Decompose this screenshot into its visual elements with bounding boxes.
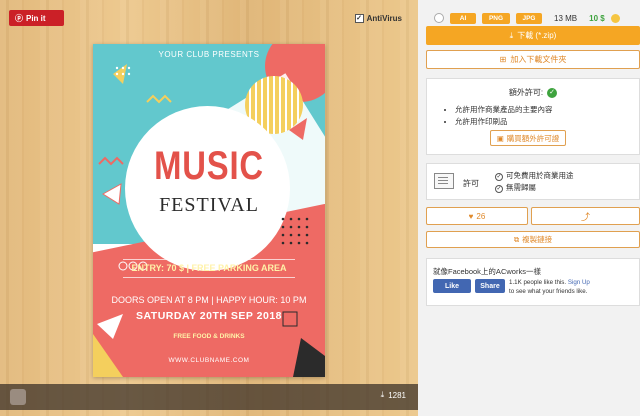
permit-item: ✓ 無需歸屬 [495,182,574,194]
check-icon: ✓ [495,185,503,193]
like-count: 26 [476,211,486,221]
poster-date-text: SATURDAY 20TH SEP 2018 [135,310,282,322]
facebook-like-text: 1.1K people like this. Sign Up to see wh… [509,278,590,296]
pin-it-button[interactable]: ⓟ Pin it [9,10,64,26]
extra-license-title-text: 額外許可: [508,88,544,97]
extra-license-title: 額外許可: ✓ [427,87,639,98]
permit-item-text: 可免費用於商業用途 [506,171,574,180]
download-icon: ⤓ [509,30,514,40]
extra-license-item: 允許用作商業產品的主要內容 [455,104,639,116]
pinterest-icon: ⓟ [15,13,23,23]
add-to-folder-button[interactable]: ⊞ 加入下載文件夾 [426,50,640,69]
permit-label: 許可 [463,179,479,188]
poster-club-text: YOUR CLUB PRESENTS [158,50,260,59]
share-button[interactable]: ⤴ [531,207,640,225]
antivirus-check-icon: ✓ [354,14,364,23]
poster-title-festival: FESTIVAL [159,194,259,216]
permit-card: 許可 ✓ 可免費用於商業用途 ✓ 無需歸屬 [426,163,640,200]
antivirus-badge: ✓ AntiVirus [354,14,402,23]
poster-divider [123,259,295,260]
copy-icon: ⧉ [513,234,520,244]
download-icon: ⤓ [380,390,385,399]
price: 10 $ [589,13,605,23]
facebook-like-button[interactable]: Like [433,279,471,293]
download-button[interactable]: ⤓ 下載 (*.zip) [426,26,640,45]
file-size: 13 MB [554,13,578,23]
facebook-share-label: Share [480,282,500,290]
poster-preview-image[interactable]: YOUR CLUB PRESENTS MUSIC FESTIVAL ENTRY:… [93,44,325,377]
facebook-like-label: Like [444,282,459,290]
download-count-value: 1281 [388,390,406,400]
user-icon[interactable] [10,389,26,405]
buy-license-button[interactable]: ▣ 購買額外許可證 [490,130,566,146]
preview-bottom-bar: ⤓ 1281 [0,384,418,410]
extra-license-card: 額外許可: ✓ 允許用作商業產品的主要內容 允許用作印刷品 ▣ 購買額外許可證 [426,78,640,155]
facebook-like-subtext: to see what your friends like. [509,288,588,295]
sidebar: AI PNG JPG 13 MB 10 $ ⤓ 下載 (*.zip) ⊞ 加入下… [426,0,640,416]
check-icon: ✓ [495,173,503,181]
buy-license-label: 購買額外許可證 [506,133,560,143]
poster-title-music: MUSIC [154,144,264,188]
poster-doors-text: DOORS OPEN AT 8 PM | HAPPY HOUR: 10 PM [111,295,307,305]
facebook-signup-link[interactable]: Sign Up [568,279,590,286]
heart-icon: ♥ [468,211,474,221]
antivirus-label: AntiVirus [366,14,402,23]
folder-plus-icon: ⊞ [499,55,507,64]
facebook-title: 就像Facebook上的ACworks一樣 [433,267,541,276]
like-button[interactable]: ♥ 26 [426,207,528,225]
extra-license-item: 允許用作印刷品 [455,116,639,128]
format-tag-ai: AI [450,12,476,24]
permit-item: ✓ 可免費用於商業用途 [495,170,574,182]
format-row: AI PNG JPG 13 MB 10 $ [426,9,640,27]
check-circle-icon: ✓ [547,87,558,98]
poster-entry-text: ENTRY: 70 $ | FREE PARKING AREA [131,263,287,273]
format-tag-png: PNG [482,12,510,24]
poster-food-text: FREE FOOD & DRINKS [173,333,245,340]
format-tag-jpg: JPG [516,12,542,24]
poster-website-text: WWW.CLUBNAME.COM [168,357,250,364]
permit-item-text: 無需歸屬 [506,183,536,192]
permit-list: ✓ 可免費用於商業用途 ✓ 無需歸屬 [495,170,574,194]
share-icon: ⤴ [580,211,590,222]
facebook-widget: 就像Facebook上的ACworks一樣 Like Share 1.1K pe… [426,258,640,306]
format-radio[interactable] [434,13,444,23]
copy-link-label: 複製鏈接 [522,235,553,244]
extra-license-list: 允許用作商業產品的主要內容 允許用作印刷品 [455,104,639,128]
license-icon: ▣ [496,133,504,143]
poster-divider [123,277,295,278]
copy-link-button[interactable]: ⧉ 複製鏈接 [426,231,640,248]
pin-it-label: Pin it [26,13,46,23]
preview-panel: ⓟ Pin it ✓ AntiVirus YOUR CLUB PRESENTS … [0,0,418,416]
download-count: ⤓ 1281 [381,390,406,400]
download-button-label: 下載 (*.zip) [517,31,557,40]
add-to-folder-label: 加入下載文件夾 [510,55,567,64]
coin-icon [610,13,620,23]
facebook-share-button[interactable]: Share [475,279,505,293]
document-icon [434,173,454,189]
facebook-like-count: 1.1K people like this. [509,279,567,286]
